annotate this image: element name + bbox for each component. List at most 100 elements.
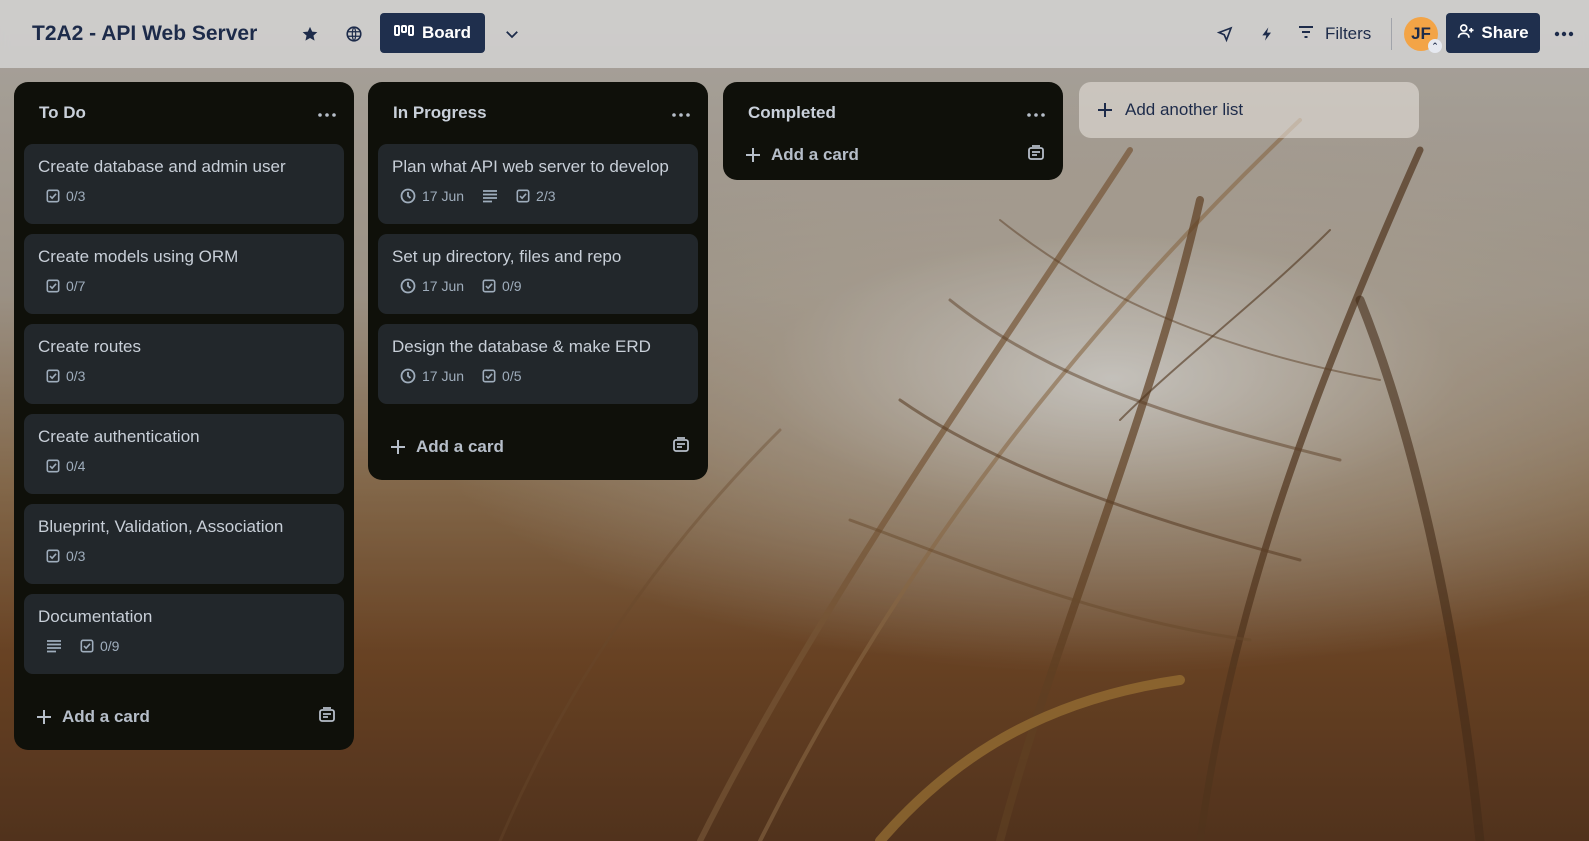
- checklist-icon: [46, 549, 60, 563]
- visibility-button[interactable]: [340, 20, 368, 48]
- checklist-badge: 0/9: [482, 278, 522, 294]
- checklist-badge: 2/3: [516, 188, 556, 204]
- due-date-badge: 17 Jun: [400, 188, 464, 204]
- checklist-badge: 0/3: [46, 188, 85, 204]
- create-from-template-button[interactable]: [318, 706, 336, 728]
- list-header: In Progress: [368, 82, 708, 144]
- due-date-badge: 17 Jun: [400, 278, 464, 294]
- board-menu-button[interactable]: [1548, 18, 1580, 50]
- card[interactable]: Create authentication 0/4: [24, 414, 344, 494]
- admin-badge-icon: ⌃: [1428, 39, 1442, 53]
- checklist-badge: 0/3: [46, 548, 85, 564]
- share-label: Share: [1481, 23, 1529, 42]
- add-card-button[interactable]: Add a card: [390, 437, 504, 457]
- automation-button[interactable]: [1252, 19, 1282, 49]
- card[interactable]: Create routes 0/3: [24, 324, 344, 404]
- card-title: Plan what API web server to develop: [392, 157, 669, 176]
- create-from-template-button[interactable]: [672, 436, 690, 458]
- list-completed: Completed Add a card: [723, 82, 1063, 180]
- checklist-icon: [482, 279, 496, 293]
- avatar[interactable]: JF ⌃: [1404, 17, 1442, 53]
- description-badge: [46, 639, 62, 653]
- clock-icon: [400, 368, 416, 384]
- checklist-icon: [46, 189, 60, 203]
- more-icon: [1554, 31, 1574, 37]
- card-title: Create models using ORM: [38, 247, 239, 266]
- checklist-badge: 0/3: [46, 368, 85, 384]
- filters-label: Filters: [1325, 24, 1372, 43]
- list-header: To Do: [14, 82, 354, 144]
- filter-icon: [1297, 24, 1315, 45]
- card-title: Blueprint, Validation, Association: [38, 517, 284, 536]
- checklist-badge: 0/9: [80, 638, 119, 654]
- more-icon: [318, 113, 336, 117]
- checklist-badge: 0/4: [46, 458, 85, 474]
- checklist-icon: [46, 459, 60, 473]
- plus-icon: [391, 440, 405, 454]
- plus-icon: [746, 148, 760, 162]
- list-title[interactable]: To Do: [39, 103, 86, 123]
- checklist-icon: [482, 369, 496, 383]
- star-icon: [301, 25, 319, 43]
- add-card-row: Add a card: [368, 414, 708, 480]
- template-icon: [1028, 144, 1044, 160]
- views-dropdown-button[interactable]: [496, 18, 528, 50]
- header-divider: [1391, 18, 1392, 50]
- list-menu-button[interactable]: [668, 104, 694, 122]
- card-title: Set up directory, files and repo: [392, 247, 622, 266]
- card[interactable]: Documentation 0/9: [24, 594, 344, 674]
- rocket-icon: [1216, 25, 1234, 43]
- checklist-icon: [46, 369, 60, 383]
- add-another-list-button[interactable]: Add another list: [1079, 82, 1419, 138]
- add-card-button[interactable]: Add a card: [745, 145, 859, 165]
- checklist-icon: [516, 189, 530, 203]
- checklist-icon: [46, 279, 60, 293]
- board-view-button[interactable]: Board: [380, 13, 485, 53]
- board-header: T2A2 - API Web Server Board Filters JF ⌃…: [0, 0, 1589, 68]
- checklist-icon: [80, 639, 94, 653]
- star-button[interactable]: [296, 20, 324, 48]
- card-title: Design the database & make ERD: [392, 337, 651, 356]
- globe-icon: [345, 25, 363, 43]
- more-icon: [1027, 113, 1045, 117]
- description-badge: [482, 189, 498, 203]
- card[interactable]: Create database and admin user 0/3: [24, 144, 344, 224]
- board-icon: [393, 23, 414, 43]
- add-list-label: Add another list: [1125, 100, 1244, 119]
- card[interactable]: Set up directory, files and repo 17 Jun …: [378, 234, 698, 314]
- clock-icon: [400, 278, 416, 294]
- add-card-row: Add a card: [14, 684, 354, 750]
- list-menu-button[interactable]: [1023, 104, 1049, 122]
- description-icon: [483, 190, 498, 203]
- checklist-badge: 0/5: [482, 368, 522, 384]
- due-date-badge: 17 Jun: [400, 368, 464, 384]
- chevron-down-icon: [503, 25, 521, 43]
- share-person-icon: [1457, 23, 1475, 44]
- card[interactable]: Plan what API web server to develop 17 J…: [378, 144, 698, 224]
- description-icon: [47, 640, 61, 653]
- add-card-button[interactable]: Add a card: [36, 707, 150, 727]
- board-title[interactable]: T2A2 - API Web Server: [24, 14, 265, 54]
- card[interactable]: Blueprint, Validation, Association 0/3: [24, 504, 344, 584]
- list-to-do: To Do Create database and admin user 0/3…: [14, 82, 354, 750]
- lightning-icon: [1259, 25, 1275, 43]
- card-title: Create database and admin user: [38, 157, 286, 176]
- card[interactable]: Design the database & make ERD 17 Jun 0/…: [378, 324, 698, 404]
- filters-button[interactable]: Filters: [1297, 16, 1371, 52]
- list-title[interactable]: Completed: [748, 103, 836, 123]
- list-title[interactable]: In Progress: [393, 103, 487, 123]
- create-from-template-button[interactable]: [1027, 144, 1045, 166]
- add-card-row: Add a card: [723, 134, 1063, 180]
- card[interactable]: Create models using ORM 0/7: [24, 234, 344, 314]
- plus-icon: [1098, 103, 1112, 117]
- clock-icon: [400, 188, 416, 204]
- more-icon: [672, 113, 690, 117]
- list-menu-button[interactable]: [314, 104, 340, 122]
- share-button[interactable]: Share: [1446, 13, 1540, 53]
- card-title: Create authentication: [38, 427, 200, 446]
- card-title: Documentation: [38, 607, 153, 626]
- power-ups-button[interactable]: [1210, 19, 1240, 49]
- template-icon: [673, 436, 689, 452]
- card-title: Create routes: [38, 337, 141, 356]
- board-view-label: Board: [421, 23, 472, 42]
